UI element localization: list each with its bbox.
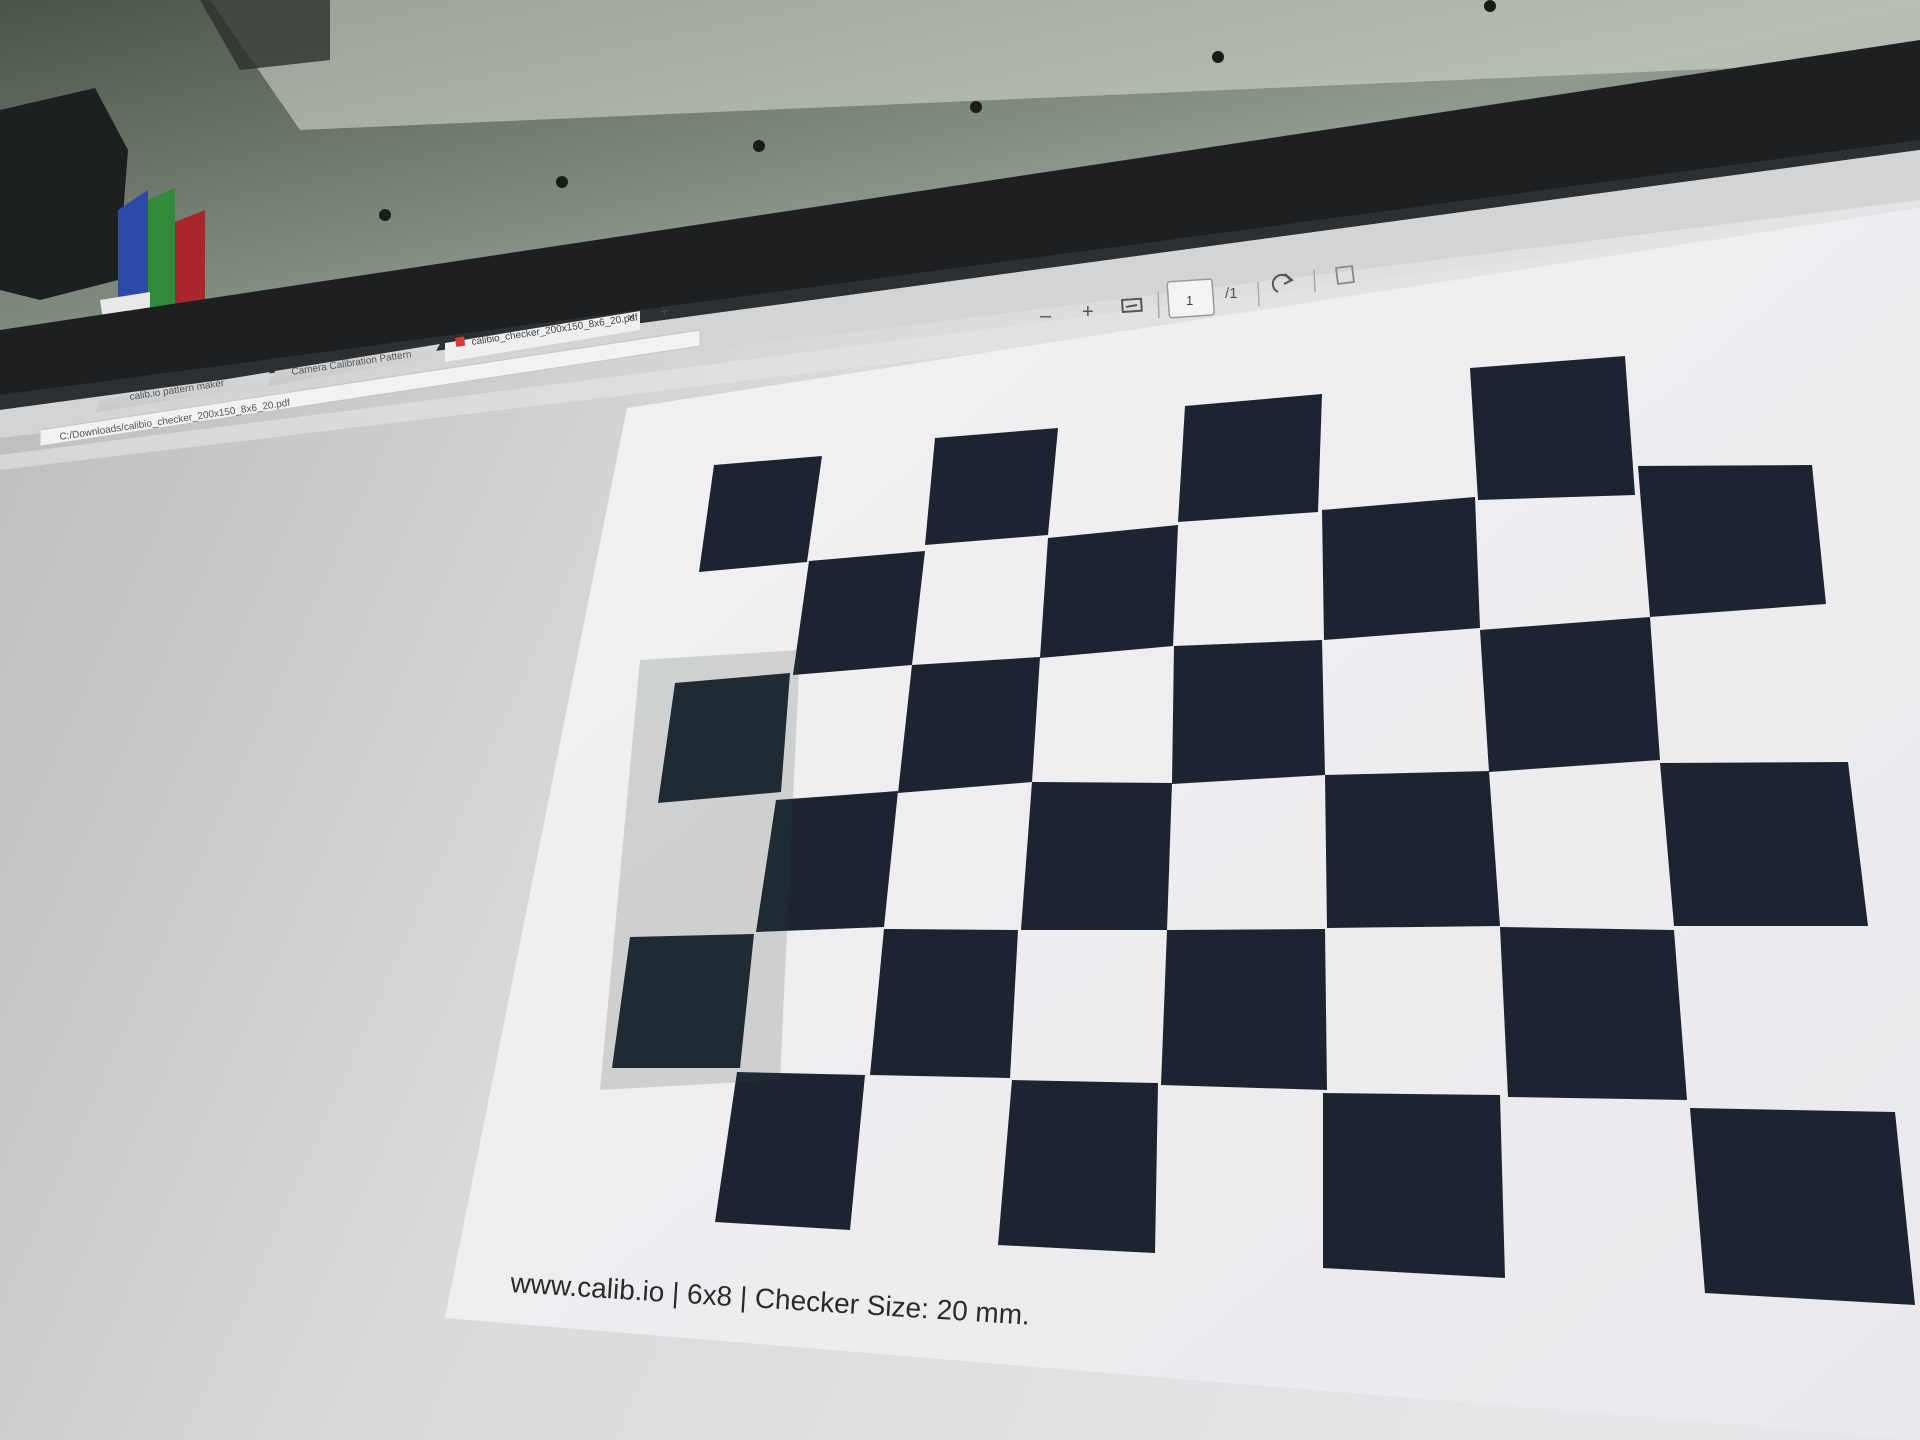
checker-square: [870, 929, 1018, 1078]
checker-square: [1470, 356, 1635, 500]
photo-scene: calib.io pattern maker Camera Calibratio…: [0, 0, 1920, 1440]
checker-square: [1480, 617, 1660, 772]
pdf-tab-icon: [455, 336, 466, 347]
checker-square: [715, 1072, 865, 1230]
checker-square: [1172, 640, 1325, 784]
checker-square: [998, 1080, 1158, 1253]
checker-square: [1040, 525, 1178, 658]
page-total: /1: [1225, 285, 1238, 302]
checker-square: [1322, 497, 1480, 640]
checker-square: [898, 657, 1040, 793]
checker-square: [925, 428, 1058, 545]
checker-square: [793, 551, 925, 675]
checker-square: [1325, 771, 1500, 928]
checker-square: [1323, 1093, 1505, 1278]
checker-square: [1021, 782, 1172, 930]
checker-square: [1178, 394, 1322, 522]
checker-square: [699, 456, 822, 572]
checker-square: [1660, 762, 1868, 926]
checker-square: [1500, 927, 1687, 1100]
zoom-out-button[interactable]: –: [1040, 305, 1052, 327]
page-number-value: 1: [1186, 293, 1193, 308]
zoom-in-button[interactable]: +: [1082, 301, 1094, 323]
checker-square: [1161, 929, 1327, 1090]
checker-square: [1638, 465, 1826, 617]
checker-square: [1690, 1108, 1915, 1305]
